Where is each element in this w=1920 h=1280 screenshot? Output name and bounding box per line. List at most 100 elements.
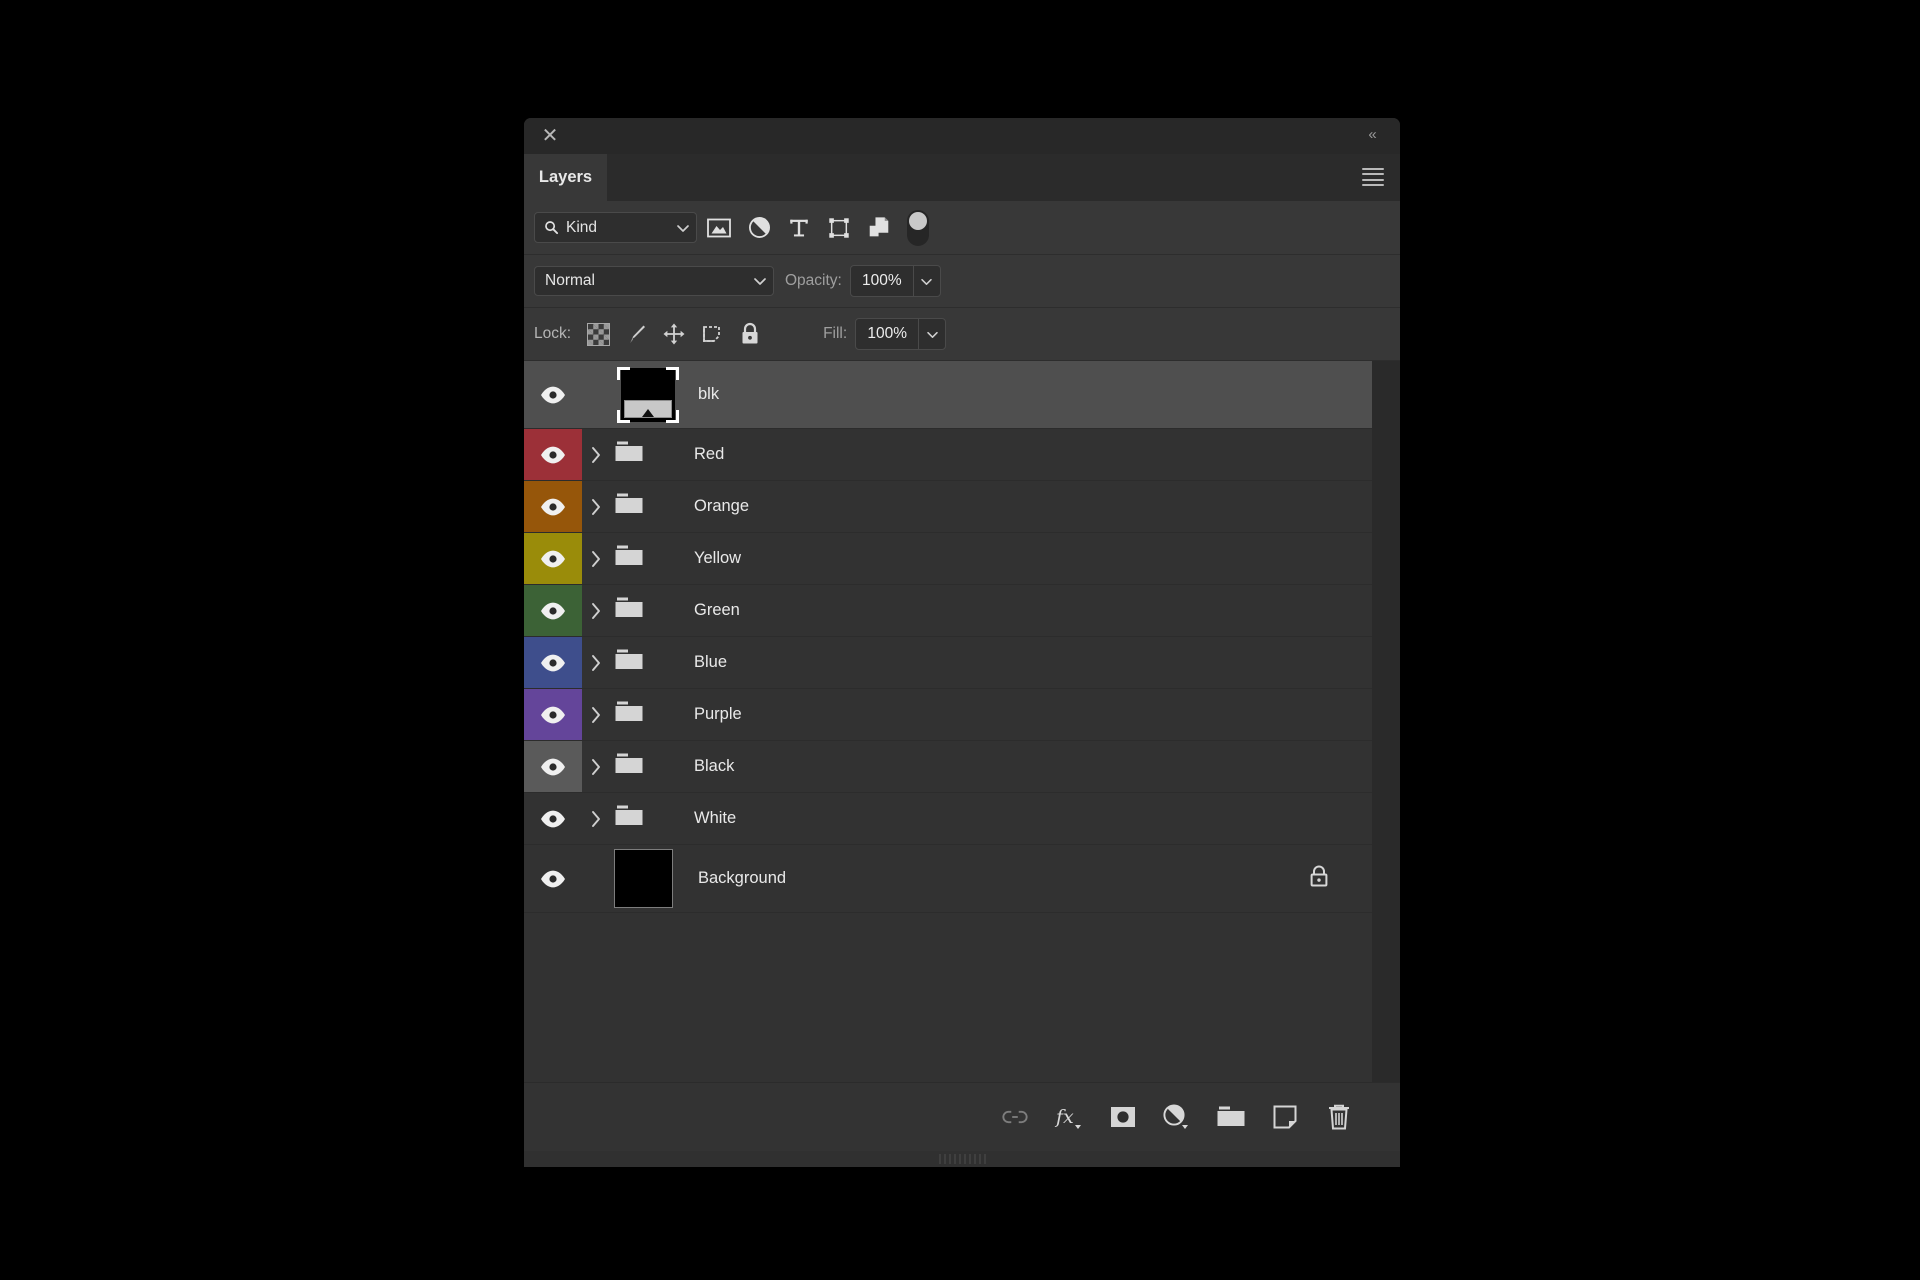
layer-expand-toggle[interactable] <box>582 810 610 828</box>
filter-adjustment-layers-icon[interactable] <box>741 210 777 246</box>
eye-icon <box>541 870 565 887</box>
layer-name: Background <box>698 869 787 887</box>
layer-visibility-toggle[interactable] <box>524 741 582 792</box>
folder-icon <box>615 701 643 721</box>
layer-name: Red <box>694 445 725 463</box>
layer-row[interactable]: Black <box>524 741 1372 793</box>
layer-expand-toggle[interactable] <box>582 706 610 724</box>
layer-visibility-toggle[interactable] <box>524 429 582 480</box>
panel-tab-row: Layers <box>524 154 1400 201</box>
chevron-down-icon <box>677 224 689 232</box>
filter-type-layers-icon[interactable] <box>781 210 817 246</box>
folder-icon <box>615 597 643 617</box>
layer-visibility-toggle[interactable] <box>524 361 582 428</box>
layer-thumbnail <box>610 596 686 625</box>
new-group-button[interactable] <box>1204 1090 1258 1144</box>
layer-expand-toggle[interactable] <box>582 498 610 516</box>
delete-layer-button[interactable] <box>1312 1090 1366 1144</box>
blend-mode-value: Normal <box>545 272 595 289</box>
layer-list: blk Red Orange Yellow Green Blue Purple Black Wh… <box>524 361 1372 1082</box>
lock-artboard-nesting-icon[interactable] <box>693 315 731 353</box>
lock-icon <box>1310 865 1328 886</box>
chevron-right-icon <box>592 446 600 463</box>
layers-bottom-toolbar: fx <box>524 1082 1400 1151</box>
filter-enable-toggle[interactable] <box>907 209 929 246</box>
layer-name: Orange <box>694 497 750 515</box>
filter-kind-dropdown[interactable]: Kind <box>534 212 697 243</box>
opacity-input[interactable]: 100% <box>851 266 914 296</box>
chevron-right-icon <box>592 498 600 515</box>
lock-transparent-pixels-icon[interactable] <box>579 315 617 353</box>
layer-thumbnail <box>610 804 686 833</box>
layer-row[interactable]: Green <box>524 585 1372 637</box>
layer-visibility-toggle[interactable] <box>524 481 582 532</box>
eye-icon <box>541 550 565 567</box>
layer-locked-icon[interactable] <box>1308 864 1330 893</box>
opacity-dropdown-arrow[interactable] <box>914 266 940 296</box>
new-layer-button[interactable] <box>1258 1090 1312 1144</box>
close-icon[interactable]: ✕ <box>537 122 563 148</box>
add-layer-mask-button[interactable] <box>1096 1090 1150 1144</box>
layer-row[interactable]: Purple <box>524 689 1372 741</box>
blend-mode-dropdown[interactable]: Normal <box>534 266 774 296</box>
folder-icon <box>615 753 643 773</box>
layer-visibility-toggle[interactable] <box>524 533 582 584</box>
filter-smart-object-layers-icon[interactable] <box>861 210 897 246</box>
search-icon <box>545 221 559 235</box>
layer-expand-toggle[interactable] <box>582 550 610 568</box>
layer-styles-button[interactable]: fx <box>1042 1090 1096 1144</box>
layer-visibility-toggle[interactable] <box>524 689 582 740</box>
layer-list-scrollbar[interactable] <box>1372 361 1400 1082</box>
layer-row[interactable]: White <box>524 793 1372 845</box>
layer-row[interactable]: Blue <box>524 637 1372 689</box>
layer-row[interactable]: Background <box>524 845 1372 913</box>
folder-icon <box>615 805 643 825</box>
layer-thumbnail <box>610 365 690 425</box>
lock-image-pixels-icon[interactable] <box>617 315 655 353</box>
fill-input[interactable]: 100% <box>856 319 920 349</box>
blend-options-row: Normal Opacity: 100% <box>524 255 1400 308</box>
fill-label: Fill: <box>823 325 848 342</box>
chevron-right-icon <box>592 706 600 723</box>
hamburger-menu-icon[interactable] <box>1362 168 1384 186</box>
layer-name: blk <box>698 385 720 403</box>
tab-layers[interactable]: Layers <box>524 154 607 201</box>
layer-thumbnail <box>610 849 690 908</box>
lock-all-icon[interactable] <box>731 315 769 353</box>
eye-icon <box>541 446 565 463</box>
lock-options-row: Lock: Fill: 100% <box>524 308 1400 361</box>
layer-visibility-toggle[interactable] <box>524 793 582 844</box>
layer-visibility-toggle[interactable] <box>524 637 582 688</box>
fill-field-group: 100% <box>855 318 947 350</box>
filter-row: Kind <box>524 201 1400 255</box>
layer-expand-toggle[interactable] <box>582 602 610 620</box>
layer-row[interactable]: blk <box>524 361 1372 429</box>
lock-position-icon[interactable] <box>655 315 693 353</box>
filter-shape-layers-icon[interactable] <box>821 210 857 246</box>
layer-row[interactable]: Orange <box>524 481 1372 533</box>
layer-visibility-toggle[interactable] <box>524 585 582 636</box>
layer-thumbnail <box>610 752 686 781</box>
collapse-panel-icon[interactable]: « <box>1358 123 1386 147</box>
new-adjustment-layer-button[interactable] <box>1150 1090 1204 1144</box>
layer-thumbnail <box>610 700 686 729</box>
panel-resize-grip[interactable] <box>524 1151 1400 1167</box>
opacity-label: Opacity: <box>785 272 842 289</box>
layer-row[interactable]: Red <box>524 429 1372 481</box>
opacity-field-group: 100% <box>849 265 941 297</box>
panel-titlebar: ✕ « <box>524 118 1400 154</box>
layer-expand-toggle[interactable] <box>582 446 610 464</box>
eye-icon <box>541 386 565 403</box>
eye-icon <box>541 810 565 827</box>
fill-dropdown-arrow[interactable] <box>919 319 945 349</box>
layer-row[interactable]: Yellow <box>524 533 1372 585</box>
toggle-knob <box>909 211 927 230</box>
background-thumbnail <box>614 849 673 908</box>
filter-pixel-layers-icon[interactable] <box>701 210 737 246</box>
layer-visibility-toggle[interactable] <box>524 845 582 912</box>
layer-thumbnail <box>610 648 686 677</box>
layer-expand-toggle[interactable] <box>582 758 610 776</box>
eye-icon <box>541 498 565 515</box>
folder-icon <box>615 649 643 669</box>
layer-expand-toggle[interactable] <box>582 654 610 672</box>
